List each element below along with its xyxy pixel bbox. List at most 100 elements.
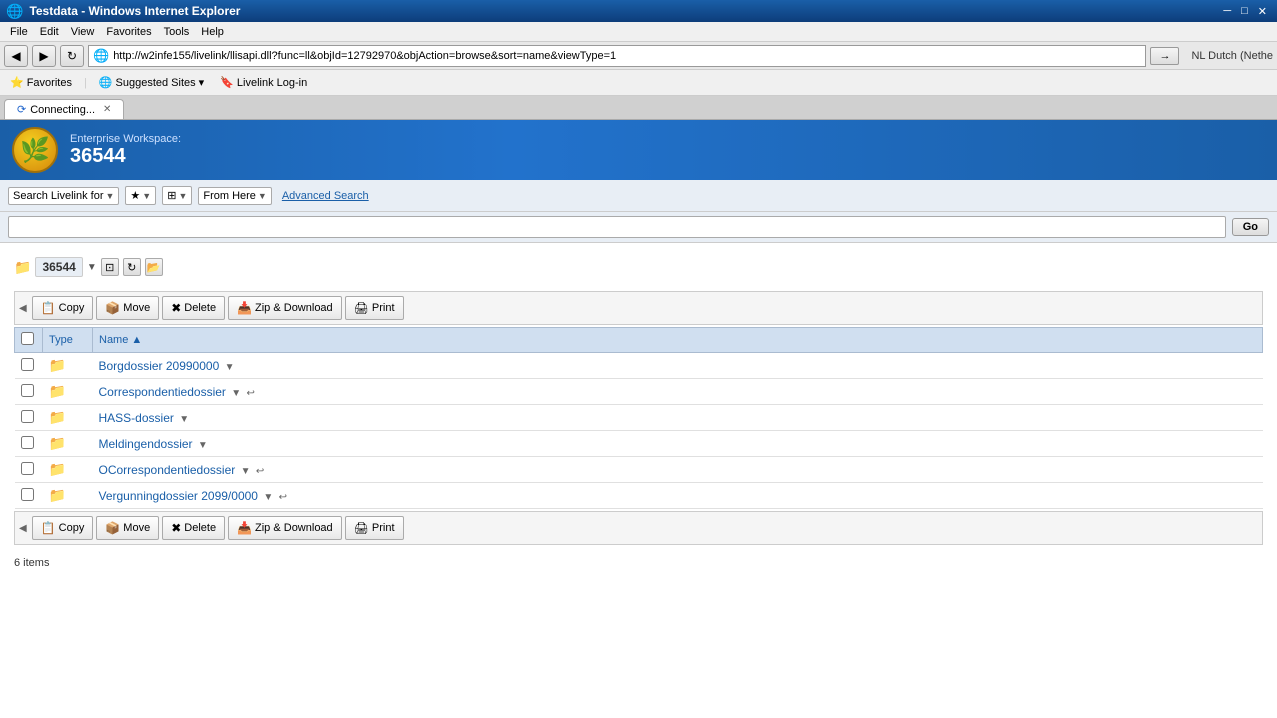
breadcrumb-refresh-btn[interactable]: ↻ <box>123 258 141 276</box>
menu-tools[interactable]: Tools <box>158 22 196 41</box>
column-type-header[interactable]: Type <box>43 328 93 353</box>
star-dropdown[interactable]: ★ ▼ <box>125 186 156 205</box>
ie-icon: 🌐 <box>6 3 23 20</box>
breadcrumb-new-window-btn[interactable]: ⊡ <box>101 258 119 276</box>
livelink-login[interactable]: 🔖 Livelink Log-in <box>216 74 311 91</box>
folder-icon-4: 📁 <box>49 435 66 451</box>
type-sort-link[interactable]: Type <box>49 334 73 346</box>
copy-icon: 📋 <box>41 301 56 315</box>
star-icon: ⭐ <box>10 76 24 89</box>
folder-icon-1: 📁 <box>49 357 66 373</box>
bottom-copy-icon: 📋 <box>41 521 56 535</box>
row-menu-icon-4[interactable]: ▼ <box>198 440 208 451</box>
menu-help[interactable]: Help <box>195 22 230 41</box>
search-label: Search Livelink for <box>13 190 104 202</box>
refresh-button[interactable]: ↻ <box>60 45 84 67</box>
main-content: 📁 36544 ▼ ⊡ ↻ 📂 ◀ 📋 Copy 📦 Move ✖ Delete… <box>0 243 1277 579</box>
row-arrow-icon-2[interactable]: ↩ <box>247 388 255 399</box>
tab-close-icon[interactable]: ✕ <box>103 104 111 115</box>
back-button[interactable]: ◀ <box>4 45 28 67</box>
file-link-3[interactable]: HASS-dossier <box>99 411 174 425</box>
search-input-bar: Go <box>0 212 1277 243</box>
menu-edit[interactable]: Edit <box>34 22 65 41</box>
menu-favorites[interactable]: Favorites <box>100 22 157 41</box>
app-title-label: Enterprise Workspace: <box>70 133 181 145</box>
menu-view[interactable]: View <box>65 22 101 41</box>
name-sort-link[interactable]: Name ▲ <box>99 334 142 346</box>
bottom-action-toolbar: ◀ 📋 Copy 📦 Move ✖ Delete 📥 Zip & Downloa… <box>14 511 1263 545</box>
address-input[interactable] <box>113 50 1141 62</box>
bottom-toolbar-left-arrow[interactable]: ◀ <box>17 523 29 534</box>
row-checkbox-3[interactable] <box>21 410 34 423</box>
row-arrow-icon-5[interactable]: ↩ <box>256 466 264 477</box>
close-button[interactable]: ✕ <box>1254 5 1271 18</box>
row-menu-icon-3[interactable]: ▼ <box>179 414 189 425</box>
bottom-move-button[interactable]: 📦 Move <box>96 516 159 540</box>
view-dropdown[interactable]: ⊞ ▼ <box>162 186 192 205</box>
items-count: 6 items <box>14 557 49 569</box>
file-link-2[interactable]: Correspondentiedossier <box>99 385 226 399</box>
forward-button[interactable]: ▶ <box>32 45 56 67</box>
search-go-button[interactable]: Go <box>1232 218 1269 236</box>
star-icon: ★ <box>130 189 140 202</box>
file-link-4[interactable]: Meldingendossier <box>99 437 193 451</box>
row-menu-icon-5[interactable]: ▼ <box>241 466 251 477</box>
file-link-5[interactable]: OCorrespondentiedossier <box>99 463 236 477</box>
menu-bar: File Edit View Favorites Tools Help <box>0 22 1277 42</box>
table-row: 📁 Correspondentiedossier ▼ ↩ <box>15 379 1263 405</box>
maximize-button[interactable]: □ <box>1237 5 1252 18</box>
loading-icon: ⟳ <box>17 103 26 116</box>
file-link-6[interactable]: Vergunningdossier 2099/0000 <box>99 489 258 503</box>
row-checkbox-4[interactable] <box>21 436 34 449</box>
minimize-button[interactable]: ─ <box>1219 5 1235 18</box>
top-delete-button[interactable]: ✖ Delete <box>162 296 225 320</box>
location-dropdown-arrow: ▼ <box>258 191 267 201</box>
row-checkbox-1[interactable] <box>21 358 34 371</box>
table-row: 📁 OCorrespondentiedossier ▼ ↩ <box>15 457 1263 483</box>
favorites-button[interactable]: ⭐ Favorites <box>6 74 76 91</box>
search-livelink-dropdown[interactable]: Search Livelink for ▼ <box>8 187 119 205</box>
suggested-sites[interactable]: 🌐 Suggested Sites ▾ <box>95 74 208 91</box>
top-action-toolbar: ◀ 📋 Copy 📦 Move ✖ Delete 📥 Zip & Downloa… <box>14 291 1263 325</box>
select-all-checkbox[interactable] <box>21 332 34 345</box>
go-button[interactable]: → <box>1150 47 1179 65</box>
move-icon: 📦 <box>105 301 120 315</box>
table-row: 📁 Meldingendossier ▼ <box>15 431 1263 457</box>
top-zip-download-button[interactable]: 📥 Zip & Download <box>228 296 342 320</box>
breadcrumb-folder-icon: 📁 <box>14 259 31 276</box>
breadcrumb-parent-btn[interactable]: 📂 <box>145 258 163 276</box>
menu-file[interactable]: File <box>4 22 34 41</box>
row-checkbox-5[interactable] <box>21 462 34 475</box>
row-checkbox-2[interactable] <box>21 384 34 397</box>
row-menu-icon-1[interactable]: ▼ <box>225 362 235 373</box>
bottom-copy-button[interactable]: 📋 Copy <box>32 516 94 540</box>
table-row: 📁 Borgdossier 20990000 ▼ <box>15 353 1263 379</box>
window-controls: ─ □ ✕ <box>1219 5 1271 18</box>
toolbar-left-arrow[interactable]: ◀ <box>17 303 29 314</box>
file-link-1[interactable]: Borgdossier 20990000 <box>99 359 220 373</box>
row-menu-icon-2[interactable]: ▼ <box>231 388 241 399</box>
row-checkbox-6[interactable] <box>21 488 34 501</box>
breadcrumb-dropdown-arrow[interactable]: ▼ <box>87 262 97 273</box>
advanced-search-link[interactable]: Advanced Search <box>282 190 369 202</box>
bottom-delete-icon: ✖ <box>171 521 181 535</box>
folder-icon-3: 📁 <box>49 409 66 425</box>
tab-connecting[interactable]: ⟳ Connecting... ✕ <box>4 99 124 119</box>
search-input[interactable] <box>8 216 1226 238</box>
bottom-delete-button[interactable]: ✖ Delete <box>162 516 225 540</box>
location-dropdown[interactable]: From Here ▼ <box>198 187 271 205</box>
column-name-header[interactable]: Name ▲ <box>93 328 1263 353</box>
livelink-icon: 🔖 <box>220 76 234 89</box>
favorites-bar: ⭐ Favorites | 🌐 Suggested Sites ▾ 🔖 Live… <box>0 70 1277 96</box>
app-title-value: 36544 <box>70 145 181 168</box>
top-print-button[interactable]: 🖨 Print <box>345 296 404 320</box>
tab-bar: ⟳ Connecting... ✕ <box>0 96 1277 120</box>
bottom-print-button[interactable]: 🖨 Print <box>345 516 404 540</box>
bottom-zip-download-button[interactable]: 📥 Zip & Download <box>228 516 342 540</box>
row-arrow-icon-6[interactable]: ↩ <box>279 492 287 503</box>
top-move-button[interactable]: 📦 Move <box>96 296 159 320</box>
window-title: Testdata - Windows Internet Explorer <box>29 4 240 18</box>
top-copy-button[interactable]: 📋 Copy <box>32 296 94 320</box>
title-bar: 🌐 Testdata - Windows Internet Explorer ─… <box>0 0 1277 22</box>
row-menu-icon-6[interactable]: ▼ <box>263 492 273 503</box>
